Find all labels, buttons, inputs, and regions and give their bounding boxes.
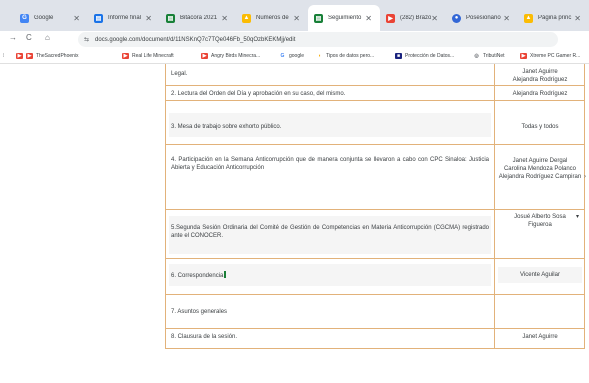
agenda-item[interactable]: 6. Correspondencia — [171, 271, 489, 280]
bookmark-item[interactable]: ▶ Xtreme PC Gamer R... — [520, 51, 580, 61]
tab-label: (282) Brazo — [400, 15, 432, 21]
reload-icon[interactable]: C — [26, 33, 32, 42]
agenda-item[interactable]: 7. Asuntos generales — [171, 308, 489, 316]
agenda-responsible[interactable]: Janet Aguirre Alejandra Rodríguez — [496, 68, 584, 84]
agenda-item[interactable]: 2. Lectura del Orden del Día y aprobació… — [171, 90, 489, 98]
tab-label: Google — [34, 15, 54, 21]
browser-tab-strip: G Google ✕ ▤ Informe final ✕ ▤ Bitácora … — [0, 0, 589, 31]
close-icon[interactable]: ✕ — [365, 14, 372, 23]
close-icon[interactable]: ✕ — [221, 14, 228, 23]
table-border — [165, 64, 166, 349]
tab-label: Numeros de — [256, 15, 289, 21]
youtube-icon: ▶ — [16, 53, 23, 59]
agenda-responsible[interactable]: Vicente Aguilar — [496, 271, 584, 279]
youtube-icon: ▶ — [520, 53, 527, 59]
cursor-icon: › — [584, 174, 586, 180]
sheets-icon: ▤ — [314, 13, 323, 23]
table-border — [494, 64, 495, 349]
agenda-responsible[interactable]: Todas y todos — [496, 123, 584, 131]
sheets-icon: ▤ — [166, 13, 175, 23]
tab-label: Informe final — [108, 15, 142, 21]
google-icon: G — [280, 53, 285, 59]
table-border — [165, 348, 585, 349]
youtube-icon: ▶ — [201, 53, 208, 59]
close-icon[interactable]: ✕ — [73, 14, 80, 23]
apps-icon[interactable]: ⁞ — [3, 51, 4, 61]
drive-icon: ▲ — [524, 13, 533, 23]
url-text: docs.google.com/document/d/11NSKnQ7c7TQe… — [95, 36, 296, 43]
home-icon[interactable]: ⌂ — [45, 33, 50, 42]
browser-toolbar: → C ⌂ ⇆ docs.google.com/document/d/11NSK… — [0, 31, 589, 48]
table-border — [165, 100, 585, 101]
bookmark-item[interactable]: ◎ TributiNet — [473, 51, 505, 61]
agenda-table: Legal. Janet Aguirre Alejandra Rodríguez… — [165, 64, 585, 349]
bookmark-label: google — [289, 53, 305, 59]
bookmark-item[interactable]: ▶ Real Life Minecraft — [122, 51, 174, 61]
site-info-icon[interactable]: ⇆ — [84, 36, 89, 43]
tab-posesionario[interactable]: ● Posesionario ✕ — [446, 7, 518, 29]
close-icon[interactable]: ✕ — [145, 14, 152, 23]
agenda-item[interactable]: 8. Clausura de la sesión. — [171, 333, 489, 341]
document-canvas[interactable]: Legal. Janet Aguirre Alejandra Rodríguez… — [0, 64, 589, 383]
bookmark-label: TributiNet — [483, 53, 505, 59]
tab-label: Seguimiento — [328, 15, 362, 21]
drive-icon: ▲ — [242, 13, 251, 23]
bookmark-icon: ■ — [395, 53, 402, 59]
address-bar[interactable]: ⇆ docs.google.com/document/d/11NSKnQ7c7T… — [78, 32, 558, 47]
table-border — [165, 258, 585, 259]
tab-seguimiento[interactable]: ▤ Seguimiento ✕ — [308, 5, 380, 31]
sheets-icon: ▤ — [94, 13, 103, 23]
agenda-responsible[interactable]: Alejandra Rodríguez — [496, 90, 584, 98]
google-icon: G — [20, 13, 29, 23]
agenda-responsible[interactable]: Janet Aguirre Dergal Carolina Mendoza Po… — [496, 157, 584, 181]
agenda-item[interactable]: 5.Segunda Sesión Ordinaria del Comité de… — [171, 224, 489, 240]
bookmark-label: Xtreme PC Gamer R... — [530, 53, 581, 59]
tab-numeros[interactable]: ▲ Numeros de ✕ — [236, 7, 308, 29]
globe-icon: ◎ — [474, 53, 479, 59]
bookmark-item[interactable]: ▶ Angry Birds Minecra... — [201, 51, 260, 61]
bookmarks-bar: ⁞ ▶ ▶ TheSacredPhoenix ▶ Real Life Minec… — [0, 48, 589, 64]
table-border — [165, 85, 585, 86]
bookmark-item[interactable]: G google — [279, 51, 304, 61]
table-border — [165, 328, 585, 329]
app-icon: ● — [452, 13, 461, 23]
tab-label: Página princ — [538, 15, 572, 21]
bookmark-icon: ◖ — [317, 53, 322, 59]
agenda-responsible[interactable]: Janet Aguirre — [496, 333, 584, 341]
agenda-item[interactable]: 3. Mesa de trabajo sobre exhorto público… — [171, 123, 489, 131]
chevron-down-icon[interactable]: ▾ — [576, 213, 579, 220]
bookmark-label: Protección de Datos... — [405, 53, 455, 59]
tab-label: Posesionario — [466, 15, 501, 21]
agenda-item-text: 6. Correspondencia — [171, 273, 224, 279]
table-border — [165, 144, 585, 145]
table-border — [584, 64, 585, 349]
tab-informe-final[interactable]: ▤ Informe final ✕ — [88, 7, 160, 29]
youtube-icon: ▶ — [122, 53, 129, 59]
close-icon[interactable]: ✕ — [431, 14, 438, 23]
tab-google[interactable]: G Google ✕ — [14, 7, 88, 29]
youtube-icon: ▶ — [26, 53, 33, 59]
close-icon[interactable]: ✕ — [574, 14, 581, 23]
back-arrow-icon[interactable]: → — [9, 33, 17, 42]
youtube-icon: ▶ — [386, 13, 395, 23]
table-border — [165, 209, 585, 210]
bookmark-label: Tipos de datos pero... — [326, 53, 375, 59]
bookmark-label: TheSacredPhoenix — [36, 53, 79, 59]
tab-bitacora[interactable]: ▤ Bitácora 2021 ✕ — [160, 7, 236, 29]
tab-pagina-principal[interactable]: ▲ Página princ ✕ — [518, 7, 589, 29]
text-cursor — [224, 271, 227, 278]
agenda-item[interactable]: 4. Participación en la Semana Anticorrup… — [171, 156, 489, 172]
close-icon[interactable]: ✕ — [503, 14, 510, 23]
agenda-responsible[interactable]: Josué Alberto Sosa Figueroa — [496, 213, 584, 229]
bookmark-item[interactable]: ◖ Tipos de datos pero... — [316, 51, 374, 61]
bookmark-item[interactable]: ▶ ▶ TheSacredPhoenix — [16, 51, 79, 61]
bookmark-label: Angry Birds Minecra... — [211, 53, 261, 59]
tab-brazo[interactable]: ▶ (282) Brazo ✕ — [380, 7, 446, 29]
bookmark-item[interactable]: ■ Protección de Datos... — [395, 51, 454, 61]
tab-label: Bitácora 2021 — [180, 15, 218, 21]
agenda-item[interactable]: Legal. — [171, 70, 489, 78]
close-icon[interactable]: ✕ — [293, 14, 300, 23]
table-border — [165, 294, 585, 295]
bookmark-label: Real Life Minecraft — [132, 53, 174, 59]
